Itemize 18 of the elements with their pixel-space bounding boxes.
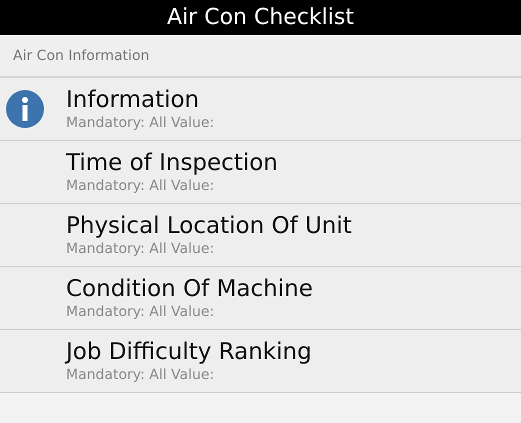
checklist-item[interactable]: Physical Location Of Unit Mandatory: All Value: <box>0 204 521 267</box>
item-subtitle: Mandatory: All Value: <box>66 177 214 195</box>
window-title: Air Con Checklist <box>0 0 521 35</box>
checklist-item[interactable]: Information Mandatory: All Value: <box>0 78 521 141</box>
item-title: Physical Location Of Unit <box>66 212 352 240</box>
item-title: Information <box>66 86 200 114</box>
checklist-item[interactable]: Time of Inspection Mandatory: All Value: <box>0 141 521 204</box>
item-subtitle: Mandatory: All Value: <box>66 303 214 321</box>
item-title: Time of Inspection <box>66 149 278 177</box>
checklist-item[interactable]: Job Difficulty Ranking Mandatory: All Value: <box>0 330 521 393</box>
info-icon <box>5 89 45 129</box>
item-title: Condition Of Machine <box>66 275 313 303</box>
item-subtitle: Mandatory: All Value: <box>66 114 214 132</box>
item-subtitle: Mandatory: All Value: <box>66 366 214 384</box>
item-subtitle: Mandatory: All Value: <box>66 240 214 258</box>
item-title: Job Difficulty Ranking <box>66 338 312 366</box>
checklist-item[interactable]: Condition Of Machine Mandatory: All Value: <box>0 267 521 330</box>
section-header: Air Con Information <box>0 35 521 78</box>
